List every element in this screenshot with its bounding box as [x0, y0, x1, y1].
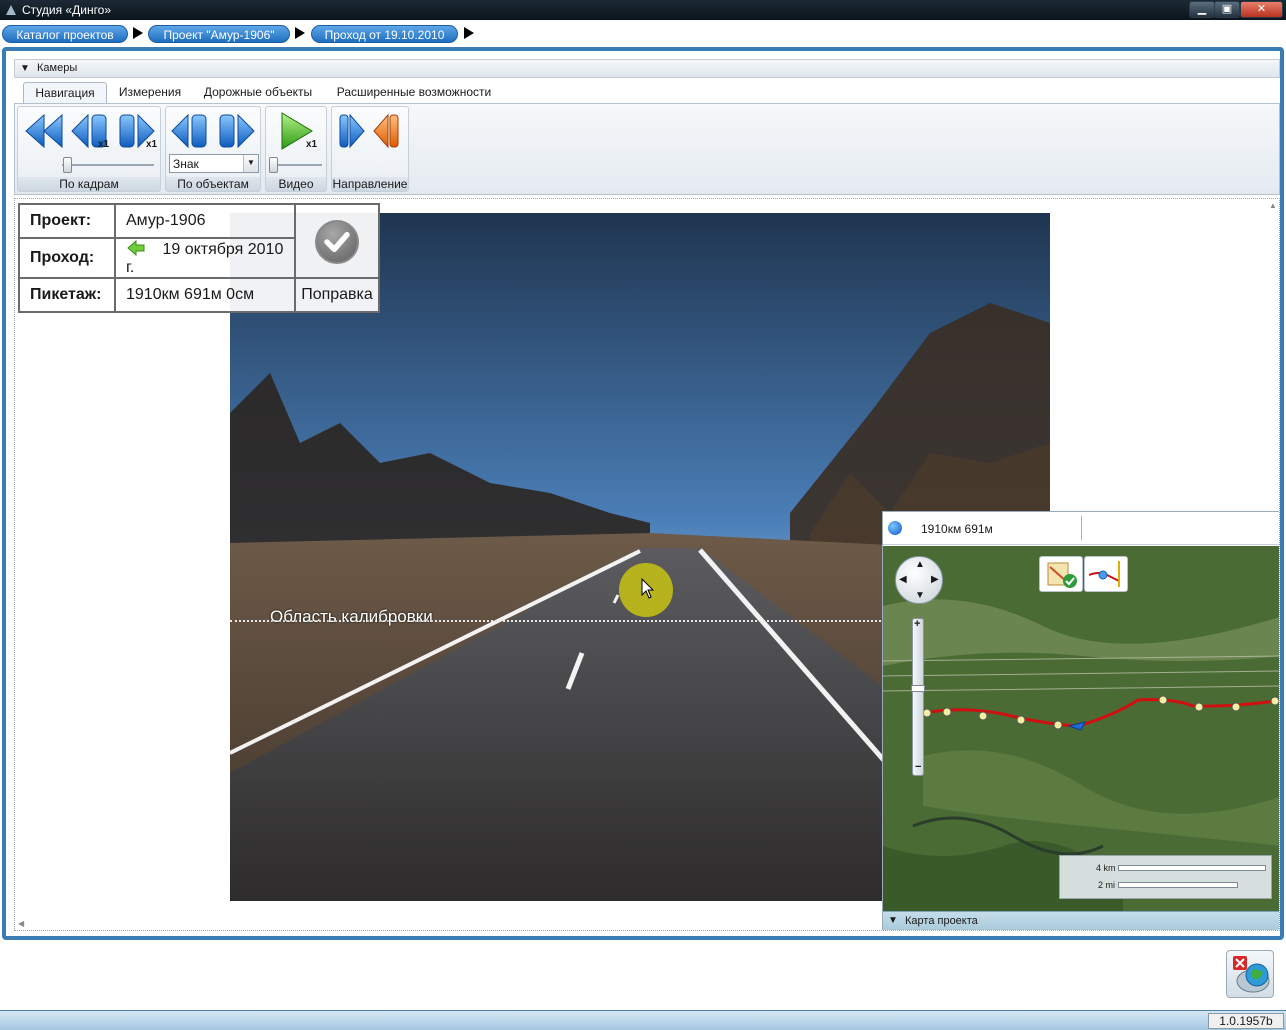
tab-measurements[interactable]: Измерения	[112, 82, 188, 104]
step-badge-forward: x1	[146, 139, 158, 150]
window-title: Студия «Динго»	[22, 3, 112, 17]
ribbon-group-frames-label: По кадрам	[18, 177, 160, 191]
frame-step-slider[interactable]	[63, 157, 72, 173]
pass-label: Проход:	[18, 237, 116, 279]
status-bar: 1.0.1957b	[0, 1010, 1286, 1030]
route-icon	[1088, 561, 1120, 587]
video-speed-slider[interactable]	[269, 157, 278, 173]
check-icon	[315, 220, 359, 264]
correction-label[interactable]: Поправка	[294, 277, 380, 313]
map-header: 1910км 691м	[883, 512, 1279, 545]
ribbon: x1 x1 По кадрам Знак ▼ По объектам x1 Ви…	[14, 103, 1280, 195]
zoom-in-icon[interactable]: +	[914, 618, 920, 630]
breadcrumb-item-project[interactable]: Проект "Амур-1906"	[148, 25, 290, 43]
pan-left-icon[interactable]: ◀	[899, 574, 907, 585]
scroll-left-icon[interactable]: ◀	[18, 919, 24, 928]
breadcrumb-separator-icon	[133, 27, 143, 39]
map-route-button[interactable]	[1084, 556, 1128, 592]
globe-icon	[1233, 956, 1270, 993]
horizontal-scrollbar[interactable]: ◀	[15, 918, 1279, 930]
satellite-map[interactable]: ▲ ▼ ◀ ▶ + − 4 km 2 mi	[883, 546, 1279, 911]
cameras-panel-header[interactable]: ▼ Камеры	[14, 59, 1280, 78]
chevron-down-icon: ▼	[20, 63, 30, 74]
cursor-icon	[641, 578, 655, 599]
cameras-panel-title: Камеры	[37, 62, 78, 74]
ribbon-group-frames: x1 x1 По кадрам	[17, 106, 161, 192]
maximize-icon: ▣	[1221, 3, 1233, 15]
map-locate-button[interactable]	[1039, 556, 1083, 592]
map-position-label: 1910км 691м	[921, 522, 993, 536]
chevron-down-icon: ▼	[243, 155, 258, 172]
pan-up-icon[interactable]: ▲	[915, 559, 925, 570]
breadcrumb-separator-icon	[464, 27, 474, 39]
map-pan-control[interactable]: ▲ ▼ ◀ ▶	[895, 556, 943, 604]
close-button[interactable]: ✕	[1240, 1, 1283, 18]
ribbon-group-objects: Знак ▼ По объектам	[165, 106, 261, 192]
ribbon-group-video: x1 Видео	[265, 106, 327, 192]
object-type-select[interactable]: Знак ▼	[169, 154, 259, 173]
calibration-area-label: Область калибровки	[270, 607, 433, 626]
project-label: Проект:	[18, 203, 116, 239]
map-zoom-control[interactable]: + −	[911, 618, 925, 776]
zoom-slider-thumb[interactable]	[911, 685, 925, 692]
version-label: 1.0.1957b	[1208, 1013, 1284, 1029]
correction-apply-button[interactable]	[294, 203, 380, 279]
next-object-button[interactable]	[214, 109, 258, 153]
info-table: Проект: Амур-1906 Проход: 19 октября 201…	[18, 203, 380, 313]
position-marker-icon	[888, 521, 902, 535]
scale-mi-label: 2 mi	[1098, 880, 1116, 890]
step-badge-back: x1	[98, 139, 110, 150]
project-value: Амур-1906	[114, 203, 296, 239]
direction-toggle-button[interactable]	[336, 109, 404, 153]
scale-mi-bar	[1118, 882, 1238, 888]
minimize-icon: ▁	[1197, 3, 1207, 15]
tab-advanced[interactable]: Расширенные возможности	[330, 82, 498, 104]
tab-road-objects[interactable]: Дорожные объекты	[196, 82, 320, 104]
globe-app-button[interactable]	[1226, 950, 1274, 998]
breadcrumb-item-pass[interactable]: Проход от 19.10.2010	[311, 25, 458, 43]
minimize-button[interactable]: ▁	[1189, 1, 1215, 18]
breadcrumb-separator-icon	[295, 27, 305, 39]
speed-badge: x1	[306, 139, 318, 150]
ribbon-group-direction: Направление	[331, 106, 409, 192]
scroll-up-icon[interactable]: ▲	[1269, 201, 1277, 210]
breadcrumb-item-catalog[interactable]: Каталог проектов	[2, 25, 128, 43]
map-check-icon	[1047, 562, 1077, 588]
title-bar: Студия «Динго» ▁ ▣ ✕	[0, 0, 1286, 20]
pass-value: 19 октября 2010 г.	[126, 241, 284, 276]
main-frame: ▼ Камеры Навигация Измерения Дорожные об…	[2, 47, 1284, 940]
pan-right-icon[interactable]: ▶	[931, 574, 939, 585]
prev-object-button[interactable]	[168, 109, 212, 153]
video-speed-slider-track	[272, 164, 322, 166]
map-scale-bar: 4 km 2 mi	[1059, 855, 1272, 899]
ribbon-tabs: Навигация Измерения Дорожные объекты Рас…	[14, 80, 1280, 104]
close-icon: ✕	[1256, 3, 1267, 15]
app-icon	[6, 5, 16, 15]
object-type-value: Знак	[173, 157, 199, 171]
pass-cell: 19 октября 2010 г.	[114, 237, 296, 279]
breadcrumb: Каталог проектов Проект "Амур-1906" Прох…	[0, 22, 1286, 46]
zoom-out-icon[interactable]: −	[915, 761, 921, 773]
back-arrow-icon[interactable]	[126, 239, 146, 257]
project-map-panel: 1910км 691м ▲ ▼ ◀ ▶ + − 4 km 2 mi ▼ Карт…	[882, 511, 1279, 930]
vertical-scrollbar[interactable]: ▲	[1267, 199, 1279, 930]
map-header-divider	[1081, 516, 1082, 540]
scale-km-label: 4 km	[1096, 863, 1116, 873]
maximize-button[interactable]: ▣	[1214, 1, 1240, 18]
picket-label: Пикетаж:	[18, 277, 116, 313]
first-frame-button[interactable]	[22, 109, 66, 153]
pan-down-icon[interactable]: ▼	[915, 590, 925, 601]
ribbon-group-direction-label: Направление	[332, 177, 408, 191]
scale-km-bar	[1118, 865, 1266, 871]
camera-viewer[interactable]: Область калибровки Проект: Амур-1906 Про…	[14, 198, 1280, 931]
ribbon-group-video-label: Видео	[266, 177, 326, 191]
picket-value: 1910км 691м 0см	[114, 277, 296, 313]
tab-navigation[interactable]: Навигация	[23, 82, 107, 104]
ribbon-group-objects-label: По объектам	[166, 177, 260, 191]
frame-step-slider-track	[62, 164, 154, 166]
